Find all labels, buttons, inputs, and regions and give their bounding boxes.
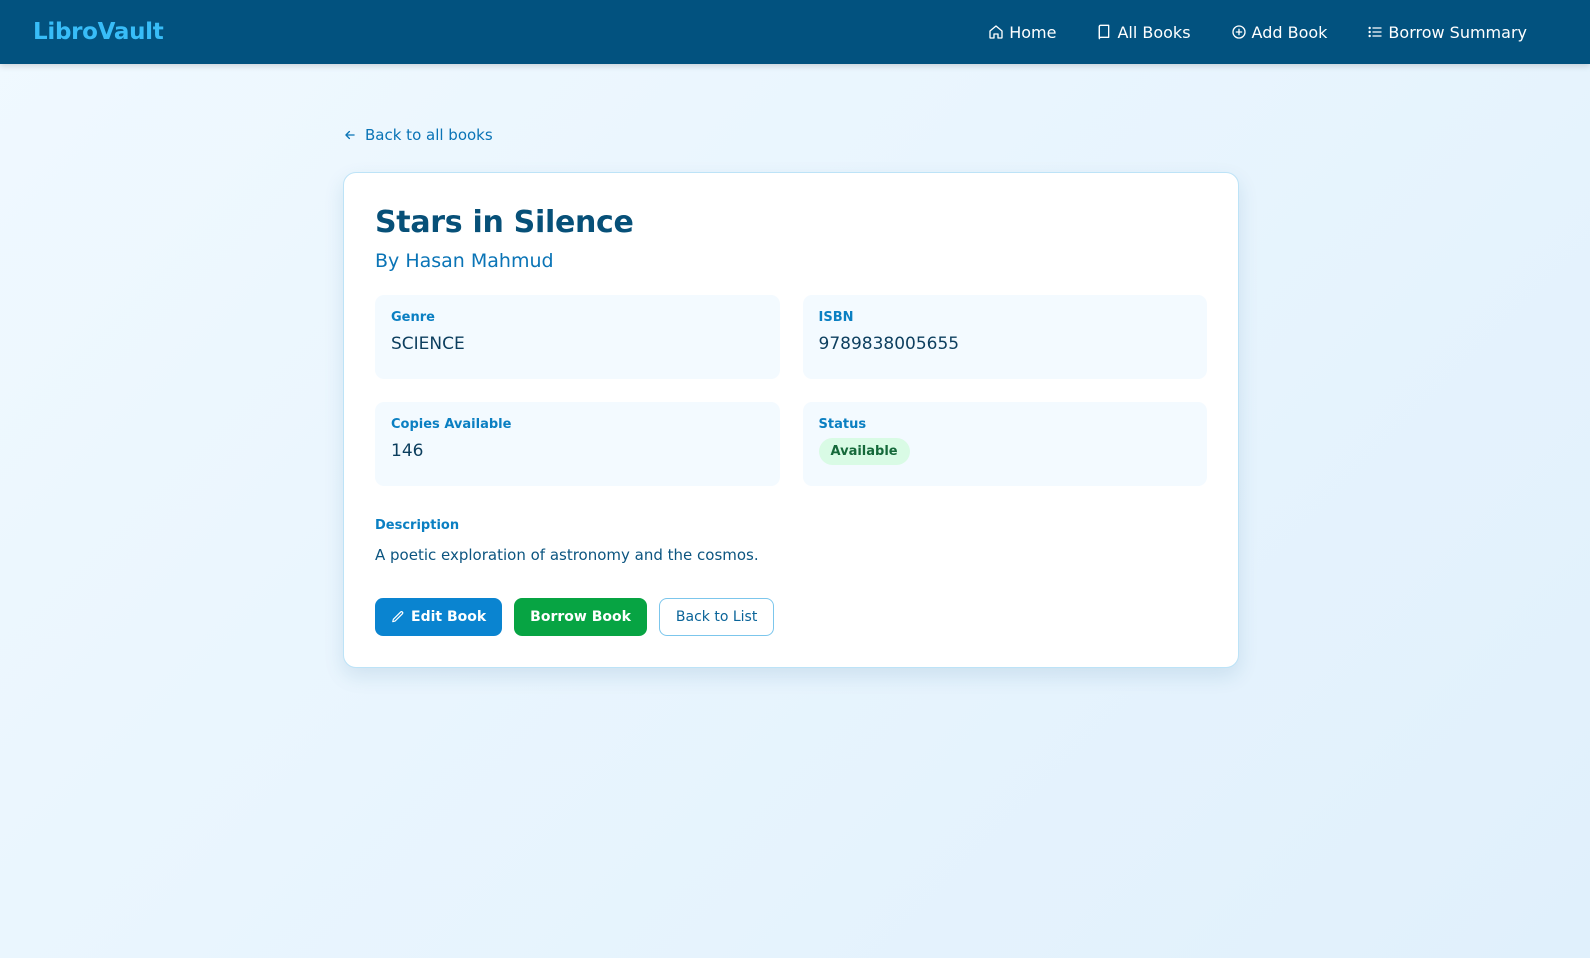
description-label: Description bbox=[375, 518, 460, 533]
main-content: Back to all books Stars in Silence By Ha… bbox=[343, 64, 1239, 668]
copies-box: Copies Available 146 bbox=[375, 402, 780, 486]
back-to-list-label: Back to List bbox=[675, 609, 758, 625]
description-text: A poetic exploration of astronomy and th… bbox=[375, 546, 759, 564]
arrow-left-icon bbox=[345, 130, 355, 140]
pencil-icon bbox=[392, 611, 404, 623]
book-icon bbox=[1099, 24, 1110, 40]
nav-add-book-label: Add Book bbox=[1251, 22, 1328, 42]
book-info-grid: Genre SCIENCE ISBN 9789838005655 Copies … bbox=[375, 295, 1207, 486]
plus-circle-icon bbox=[1231, 25, 1246, 39]
edit-book-button[interactable]: Edit Book bbox=[375, 598, 503, 636]
nav-all-books[interactable]: All Books bbox=[1096, 22, 1191, 42]
status-box: Status Available bbox=[802, 402, 1207, 486]
nav-links: Home All Books Add Book Borrow Summary bbox=[948, 23, 1527, 42]
home-icon bbox=[989, 25, 1003, 39]
genre-value: SCIENCE bbox=[391, 334, 465, 354]
nav-home-label: Home bbox=[1009, 22, 1057, 42]
genre-label: Genre bbox=[391, 310, 435, 325]
back-link-label: Back to all books bbox=[365, 126, 493, 144]
navbar: LibroVault Home All Books Add Book Borro… bbox=[0, 0, 1590, 64]
nav-borrow-summary-label: Borrow Summary bbox=[1388, 22, 1527, 42]
book-author: By Hasan Mahmud bbox=[375, 250, 554, 272]
status-label: Status bbox=[818, 417, 867, 432]
isbn-box: ISBN 9789838005655 bbox=[802, 295, 1207, 379]
copies-label: Copies Available bbox=[391, 417, 512, 432]
back-to-list-button[interactable]: Back to List bbox=[658, 598, 775, 636]
genre-box: Genre SCIENCE bbox=[375, 295, 780, 379]
isbn-value: 9789838005655 bbox=[818, 334, 960, 354]
brand-logo[interactable]: LibroVault bbox=[33, 19, 164, 45]
nav-home[interactable]: Home bbox=[988, 23, 1056, 42]
book-detail-card: Stars in Silence By Hasan Mahmud Genre S… bbox=[343, 172, 1239, 668]
action-buttons: Edit Book Borrow Book Back to List bbox=[375, 598, 1207, 636]
status-badge: Available bbox=[818, 438, 910, 465]
copies-value: 146 bbox=[391, 441, 424, 461]
nav-all-books-label: All Books bbox=[1117, 22, 1191, 42]
book-title: Stars in Silence bbox=[375, 205, 634, 240]
list-icon bbox=[1368, 26, 1383, 38]
back-to-all-books-link[interactable]: Back to all books bbox=[343, 126, 493, 144]
edit-book-label: Edit Book bbox=[411, 609, 487, 625]
borrow-book-label: Borrow Book bbox=[530, 609, 631, 625]
borrow-book-button[interactable]: Borrow Book bbox=[514, 598, 647, 636]
isbn-label: ISBN bbox=[818, 310, 854, 325]
nav-borrow-summary[interactable]: Borrow Summary bbox=[1367, 23, 1527, 42]
nav-add-book[interactable]: Add Book bbox=[1231, 22, 1328, 42]
